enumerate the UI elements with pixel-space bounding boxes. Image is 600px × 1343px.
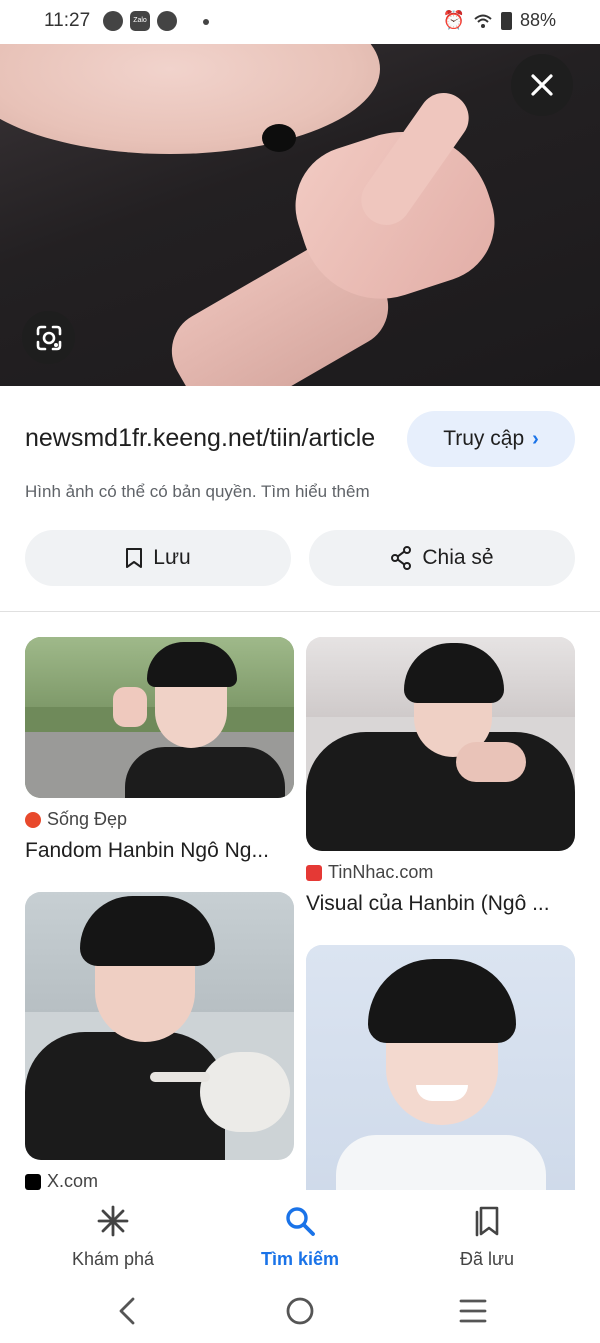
chevron-right-icon: ›: [532, 427, 539, 450]
result-source[interactable]: Sống Đẹp: [25, 809, 127, 830]
hero-image: [0, 44, 600, 386]
battery-icon: [500, 11, 512, 30]
x-icon: [25, 1173, 41, 1190]
zalo-icon: Zalo: [130, 11, 150, 31]
battery-level: 88%: [519, 10, 556, 30]
result-image-marker: [150, 1072, 210, 1082]
discover-icon: [97, 1205, 129, 1237]
result-image-object: [200, 1052, 290, 1132]
result-image[interactable]: [306, 637, 575, 851]
app-notification-icon: [157, 11, 177, 31]
google-lens-icon: [36, 325, 61, 350]
save-button[interactable]: Lưu: [25, 530, 291, 586]
wifi-icon: [474, 14, 492, 28]
result-source[interactable]: TinNhac.com: [306, 862, 433, 883]
messenger-icon: [103, 11, 123, 31]
nav-discover[interactable]: Khám phá: [33, 1204, 193, 1270]
visit-label: Truy cập: [443, 427, 525, 450]
result-image-hand: [456, 742, 526, 782]
result-title[interactable]: Fandom Hanbin Ngô Ng...: [25, 839, 269, 863]
saved-icon: [475, 1206, 499, 1237]
result-image-body: [25, 1032, 225, 1160]
search-icon: [286, 1207, 315, 1236]
divider: [0, 611, 600, 612]
nav-saved[interactable]: Đã lưu: [407, 1204, 567, 1270]
copyright-notice[interactable]: Hình ảnh có thể có bản quyền. Tìm hiểu t…: [25, 482, 370, 502]
result-image[interactable]: [25, 892, 294, 1160]
result-source-label: Sống Đẹp: [47, 809, 128, 829]
result-image-hand: [113, 687, 147, 727]
nav-search[interactable]: Tìm kiếm: [220, 1204, 380, 1270]
alarm-icon: ⏰: [442, 10, 465, 30]
system-navigation: [0, 1282, 600, 1343]
status-right: ⏰ 88%: [443, 10, 556, 31]
result-image-smile: [416, 1085, 468, 1101]
more-notifications-dot: [203, 19, 209, 25]
save-label: Lưu: [153, 546, 191, 569]
result-source-label: X.com: [47, 1171, 99, 1191]
result-image-shirt: [336, 1135, 546, 1190]
share-icon: [391, 546, 412, 570]
songdep-icon: [25, 811, 41, 828]
close-icon: [531, 74, 553, 96]
tinnhac-icon: [306, 864, 322, 881]
nav-saved-label: Đã lưu: [459, 1249, 515, 1269]
result-image-hair: [80, 896, 215, 966]
status-time: 11:27: [44, 10, 91, 31]
nav-discover-label: Khám phá: [71, 1249, 155, 1269]
result-title[interactable]: Visual của Hanbin (Ngô ...: [306, 892, 550, 916]
share-label: Chia sẻ: [422, 546, 494, 569]
recents-icon[interactable]: [458, 1297, 488, 1325]
close-button[interactable]: [511, 54, 573, 116]
home-icon[interactable]: [285, 1296, 315, 1326]
result-source[interactable]: X.com: [25, 1171, 98, 1192]
status-bar: 11:27 Zalo ⏰ 88%: [0, 0, 600, 44]
google-lens-button[interactable]: [22, 311, 75, 364]
back-icon[interactable]: [116, 1296, 138, 1326]
hero-image-mic: [262, 124, 296, 152]
hero-image-face: [0, 44, 380, 154]
nav-search-label: Tìm kiếm: [260, 1249, 340, 1269]
share-button[interactable]: Chia sẻ: [309, 530, 575, 586]
result-source-label: TinNhac.com: [328, 862, 434, 882]
visit-button[interactable]: Truy cập ›: [407, 411, 575, 467]
source-url[interactable]: newsmd1fr.keeng.net/tiin/article: [25, 424, 383, 453]
result-image-body: [125, 747, 285, 798]
result-image[interactable]: [306, 945, 575, 1190]
bookmark-icon: [126, 548, 143, 568]
bottom-navigation: Khám phá Tìm kiếm Đã lưu: [0, 1190, 600, 1282]
result-image[interactable]: [25, 637, 294, 798]
